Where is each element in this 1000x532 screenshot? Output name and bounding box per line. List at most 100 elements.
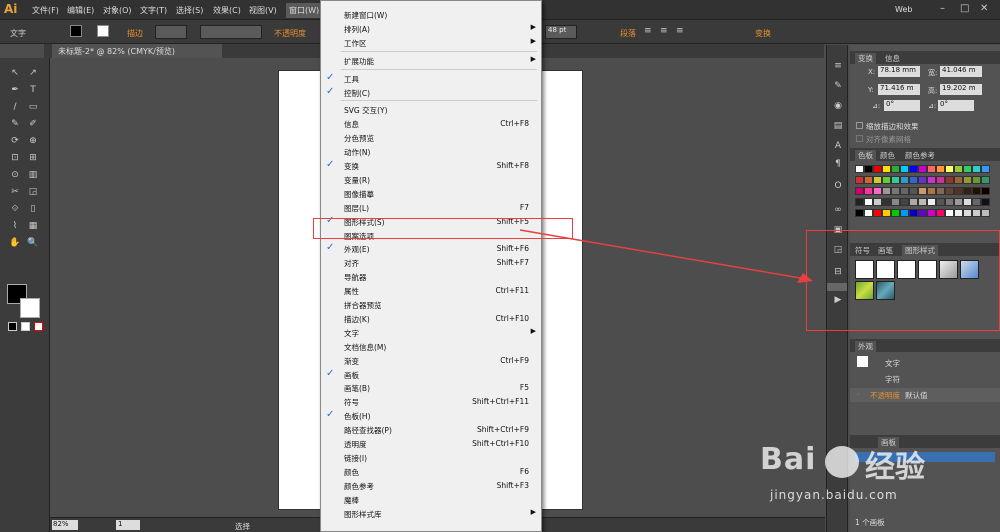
stroke-width-input[interactable]: [155, 25, 187, 39]
color-swatch[interactable]: [900, 198, 909, 206]
color-swatch[interactable]: [909, 165, 918, 173]
appearance-icon[interactable]: ◉: [831, 101, 845, 113]
tool-icon[interactable]: ▯: [26, 202, 40, 216]
menu-1[interactable]: 编辑(E): [67, 5, 94, 16]
color-swatch[interactable]: [981, 176, 990, 184]
tool-icon[interactable]: ⌇: [8, 219, 22, 233]
color-swatch[interactable]: [855, 176, 864, 184]
color-swatch[interactable]: [900, 176, 909, 184]
color-swatch[interactable]: [918, 187, 927, 195]
workspace-switcher[interactable]: Web: [895, 5, 912, 14]
color-swatch[interactable]: [909, 187, 918, 195]
color-swatch[interactable]: [981, 165, 990, 173]
window-menu-item-4[interactable]: ✓ 工具: [321, 72, 541, 86]
window-menu-item-18[interactable]: 导航器: [321, 270, 541, 284]
tab-swatches[interactable]: 色板: [855, 150, 876, 161]
layers-icon[interactable]: ▤: [831, 121, 845, 133]
color-swatch[interactable]: [936, 176, 945, 184]
tool-icon[interactable]: ⊕: [26, 134, 40, 148]
document-tab[interactable]: 未标题-2* @ 82% (CMYK/预览): [52, 44, 222, 58]
color-swatch[interactable]: [981, 198, 990, 206]
shear-field[interactable]: 0°: [938, 100, 974, 111]
stroke-swatch[interactable]: [97, 25, 109, 37]
color-swatch[interactable]: [981, 187, 990, 195]
window-menu-item-21[interactable]: 描边(K) Ctrl+F10: [321, 312, 541, 326]
opentype-icon[interactable]: O: [831, 181, 845, 193]
color-swatch[interactable]: [918, 165, 927, 173]
color-swatch[interactable]: [918, 209, 927, 217]
window-menu-item-34[interactable]: 魔棒: [321, 493, 541, 507]
window-menu-item-7[interactable]: 信息 Ctrl+F8: [321, 117, 541, 131]
window-menu-item-8[interactable]: 分色预览: [321, 131, 541, 145]
color-swatch[interactable]: [936, 187, 945, 195]
window-menu-item-29[interactable]: 路径查找器(P) Shift+Ctrl+F9: [321, 423, 541, 437]
menu-0[interactable]: 文件(F): [32, 5, 59, 16]
color-swatch[interactable]: [864, 198, 873, 206]
color-swatch[interactable]: [909, 209, 918, 217]
variable-width-select[interactable]: [200, 25, 262, 39]
opacity-link[interactable]: 不透明度: [870, 390, 900, 401]
menu-2[interactable]: 对象(O): [103, 5, 132, 16]
color-swatch[interactable]: [945, 198, 954, 206]
tool-icon[interactable]: ⟐: [8, 202, 22, 216]
color-swatch[interactable]: [900, 187, 909, 195]
color-swatch[interactable]: [927, 165, 936, 173]
color-swatch[interactable]: [936, 165, 945, 173]
tool-icon[interactable]: ⊙: [8, 168, 22, 182]
y-field[interactable]: 71.416 m: [878, 84, 920, 95]
angle-field[interactable]: 0°: [884, 100, 920, 111]
minimize-icon[interactable]: –: [940, 3, 945, 14]
color-swatch[interactable]: [891, 165, 900, 173]
appearance-row-text[interactable]: 文字: [850, 356, 1000, 370]
color-swatch[interactable]: [963, 198, 972, 206]
page-field[interactable]: 1: [116, 520, 140, 530]
stroke-label[interactable]: 描边: [127, 28, 143, 39]
window-menu-item-31[interactable]: 链接(I): [321, 451, 541, 465]
window-menu-item-19[interactable]: 属性 Ctrl+F11: [321, 284, 541, 298]
link-icon[interactable]: ∞: [831, 205, 845, 217]
color-swatch[interactable]: [936, 209, 945, 217]
tab-transform[interactable]: 变换: [855, 53, 876, 64]
color-swatch[interactable]: [909, 198, 918, 206]
window-menu-item-30[interactable]: 透明度 Shift+Ctrl+F10: [321, 437, 541, 451]
tool-icon[interactable]: ✐: [26, 117, 40, 131]
pixel-grid-checkbox[interactable]: [856, 135, 863, 142]
window-menu-item-1[interactable]: 排列(A) ▶: [321, 22, 541, 36]
color-swatch[interactable]: [981, 209, 990, 217]
color-swatch[interactable]: [882, 187, 891, 195]
color-swatch[interactable]: [882, 209, 891, 217]
color-swatch[interactable]: [873, 198, 882, 206]
tab-color-guide[interactable]: 颜色参考: [905, 150, 935, 161]
window-menu-item-32[interactable]: 颜色 F6: [321, 465, 541, 479]
tool-icon[interactable]: ✒: [8, 83, 22, 97]
color-swatch[interactable]: [864, 165, 873, 173]
color-swatch[interactable]: [855, 198, 864, 206]
color-swatch[interactable]: [882, 165, 891, 173]
window-menu-item-3[interactable]: 扩展功能 ▶: [321, 54, 541, 68]
tool-icon[interactable]: ✎: [8, 117, 22, 131]
tool-icon[interactable]: T: [26, 83, 40, 97]
color-swatch[interactable]: [873, 165, 882, 173]
character-icon[interactable]: A: [831, 141, 845, 153]
menu-5[interactable]: 效果(C): [213, 5, 241, 16]
paragraph-icon[interactable]: ¶: [831, 159, 845, 171]
color-swatch[interactable]: [873, 187, 882, 195]
window-menu-item-33[interactable]: 颜色参考 Shift+F3: [321, 479, 541, 493]
color-swatch[interactable]: [864, 209, 873, 217]
tool-icon[interactable]: ◲: [26, 185, 40, 199]
window-menu-item-28[interactable]: ✓ 色板(H): [321, 409, 541, 423]
x-field[interactable]: 78.18 mm: [878, 66, 920, 77]
window-menu-item-5[interactable]: ✓ 控制(C): [321, 86, 541, 100]
window-menu-item-17[interactable]: 对齐 Shift+F7: [321, 256, 541, 270]
tool-icon[interactable]: ⊞: [26, 151, 40, 165]
tool-icon[interactable]: /: [8, 100, 22, 114]
color-swatch[interactable]: [855, 209, 864, 217]
h-field[interactable]: 19.202 m: [940, 84, 982, 95]
color-swatch[interactable]: [954, 176, 963, 184]
color-swatch[interactable]: [963, 187, 972, 195]
zoom-field[interactable]: 82%: [52, 520, 78, 530]
align-center-icon[interactable]: ≡: [660, 26, 668, 36]
window-menu-item-9[interactable]: 动作(N): [321, 145, 541, 159]
align-left-icon[interactable]: ≡: [644, 26, 652, 36]
close-icon[interactable]: ✕: [980, 3, 988, 14]
